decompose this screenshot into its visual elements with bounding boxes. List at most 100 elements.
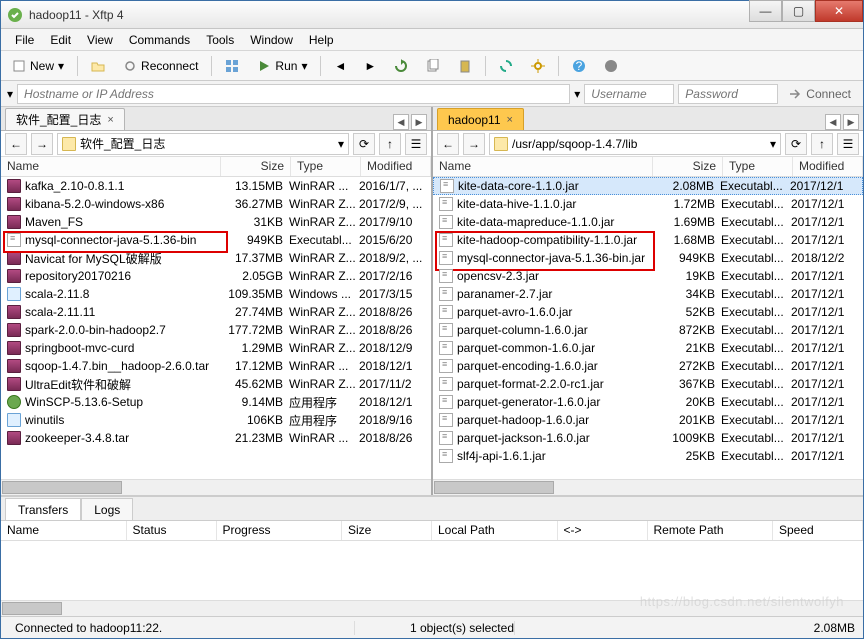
remote-path[interactable]: /usr/app/sqoop-1.4.7/lib▾ (489, 133, 781, 155)
file-row[interactable]: parquet-column-1.6.0.jar872KBExecutabl..… (433, 321, 863, 339)
help-button[interactable]: ? (565, 55, 593, 77)
file-icon (7, 269, 21, 283)
about-button[interactable] (597, 55, 625, 77)
file-row[interactable]: paranamer-2.7.jar34KBExecutabl...2017/12… (433, 285, 863, 303)
file-icon (7, 431, 21, 445)
run-button[interactable]: Run▾ (250, 55, 314, 77)
file-row[interactable]: kite-hadoop-compatibility-1.1.0.jar1.68M… (433, 231, 863, 249)
local-filelist[interactable]: kafka_2.10-0.8.1.113.15MBWinRAR ...2016/… (1, 177, 431, 479)
new-button[interactable]: New▾ (5, 55, 71, 77)
file-row[interactable]: parquet-hadoop-1.6.0.jar201KBExecutabl..… (433, 411, 863, 429)
refresh-icon[interactable]: ⟳ (353, 133, 375, 155)
file-icon (439, 341, 453, 355)
file-row[interactable]: Maven_FS31KBWinRAR Z...2017/9/10 (1, 213, 431, 231)
copy-button[interactable] (419, 55, 447, 77)
file-row[interactable]: parquet-format-2.2.0-rc1.jar367KBExecuta… (433, 375, 863, 393)
back-button[interactable]: ← (5, 133, 27, 155)
close-icon[interactable]: × (507, 114, 513, 126)
remote-tab[interactable]: hadoop11× (437, 108, 524, 130)
file-row[interactable]: kite-data-mapreduce-1.1.0.jar1.69MBExecu… (433, 213, 863, 231)
file-row[interactable]: mysql-connector-java-5.1.36-bin949KBExec… (1, 231, 431, 249)
connect-button[interactable]: Connect (782, 87, 857, 101)
password-input[interactable] (678, 84, 778, 104)
file-row[interactable]: zookeeper-3.4.8.tar21.23MBWinRAR ...2018… (1, 429, 431, 447)
local-panel: 软件_配置_日志× ◀▶ ← → 软件_配置_日志▾ ⟳ ↑ ☰ Name Si… (1, 107, 433, 495)
file-row[interactable]: slf4j-api-1.6.1.jar25KBExecutabl...2017/… (433, 447, 863, 465)
tab-logs[interactable]: Logs (81, 498, 133, 520)
fwd-button[interactable]: → (31, 133, 53, 155)
hscrollbar[interactable] (1, 479, 431, 495)
file-row[interactable]: parquet-encoding-1.6.0.jar272KBExecutabl… (433, 357, 863, 375)
file-row[interactable]: kafka_2.10-0.8.1.113.15MBWinRAR ...2016/… (1, 177, 431, 195)
menu-file[interactable]: File (7, 31, 42, 49)
fwd-button[interactable]: → (463, 133, 485, 155)
menu-view[interactable]: View (79, 31, 121, 49)
paste-button[interactable] (451, 55, 479, 77)
username-input[interactable] (584, 84, 674, 104)
views-button[interactable] (218, 55, 246, 77)
file-row[interactable]: scala-2.11.1127.74MBWinRAR Z...2018/8/26 (1, 303, 431, 321)
file-icon (439, 305, 453, 319)
close-icon[interactable]: × (107, 114, 113, 126)
titlebar: hadoop11 - Xftp 4 — ▢ ✕ (1, 1, 863, 29)
menu-commands[interactable]: Commands (121, 31, 198, 49)
remote-filelist[interactable]: kite-data-core-1.1.0.jar2.08MBExecutabl.… (433, 177, 863, 479)
file-row[interactable]: opencsv-2.3.jar19KBExecutabl...2017/12/1 (433, 267, 863, 285)
local-header[interactable]: Name Size Type Modified (1, 157, 431, 177)
reconnect-button[interactable]: Reconnect (116, 55, 205, 77)
nav-fwd-button[interactable]: ► (357, 55, 383, 77)
file-row[interactable]: spark-2.0.0-bin-hadoop2.7177.72MBWinRAR … (1, 321, 431, 339)
refresh-button[interactable] (387, 55, 415, 77)
maximize-button[interactable]: ▢ (782, 0, 815, 22)
file-row[interactable]: sqoop-1.4.7.bin__hadoop-2.6.0.tar17.12MB… (1, 357, 431, 375)
local-tab[interactable]: 软件_配置_日志× (5, 108, 125, 130)
sync-button[interactable] (492, 55, 520, 77)
hostname-input[interactable] (17, 84, 570, 104)
file-row[interactable]: parquet-jackson-1.6.0.jar1009KBExecutabl… (433, 429, 863, 447)
file-icon (439, 359, 453, 373)
close-button[interactable]: ✕ (815, 0, 863, 22)
file-row[interactable]: kibana-5.2.0-windows-x8636.27MBWinRAR Z.… (1, 195, 431, 213)
file-row[interactable]: UltraEdit软件和破解45.62MBWinRAR Z...2017/11/… (1, 375, 431, 393)
menu-tools[interactable]: Tools (198, 31, 242, 49)
tab-prev-button[interactable]: ◀ (393, 114, 409, 130)
nav-back-button[interactable]: ◄ (327, 55, 353, 77)
file-icon (439, 323, 453, 337)
transfers-header[interactable]: Name Status Progress Size Local Path <->… (1, 521, 863, 541)
settings-button[interactable] (524, 55, 552, 77)
tab-next-button[interactable]: ▶ (843, 114, 859, 130)
remote-header[interactable]: Name Size Type Modified (433, 157, 863, 177)
file-row[interactable]: parquet-generator-1.6.0.jar20KBExecutabl… (433, 393, 863, 411)
file-row[interactable]: winutils106KB应用程序2018/9/16 (1, 411, 431, 429)
file-row[interactable]: repository201702162.05GBWinRAR Z...2017/… (1, 267, 431, 285)
file-row[interactable]: kite-data-core-1.1.0.jar2.08MBExecutabl.… (433, 177, 863, 195)
up-icon[interactable]: ↑ (379, 133, 401, 155)
menu-help[interactable]: Help (301, 31, 342, 49)
views-icon[interactable]: ☰ (405, 133, 427, 155)
menubar: File Edit View Commands Tools Window Hel… (1, 29, 863, 51)
file-row[interactable]: kite-data-hive-1.1.0.jar1.72MBExecutabl.… (433, 195, 863, 213)
up-icon[interactable]: ↑ (811, 133, 833, 155)
back-button[interactable]: ← (437, 133, 459, 155)
file-row[interactable]: scala-2.11.8109.35MBWindows ...2017/3/15 (1, 285, 431, 303)
file-icon (7, 305, 21, 319)
menu-edit[interactable]: Edit (42, 31, 79, 49)
file-row[interactable]: WinSCP-5.13.6-Setup9.14MB应用程序2018/12/1 (1, 393, 431, 411)
file-row[interactable]: parquet-common-1.6.0.jar21KBExecutabl...… (433, 339, 863, 357)
minimize-button[interactable]: — (749, 0, 782, 22)
tab-prev-button[interactable]: ◀ (825, 114, 841, 130)
views-icon[interactable]: ☰ (837, 133, 859, 155)
tab-next-button[interactable]: ▶ (411, 114, 427, 130)
refresh-icon[interactable]: ⟳ (785, 133, 807, 155)
hscrollbar[interactable] (433, 479, 863, 495)
file-icon (7, 179, 21, 193)
open-button[interactable] (84, 55, 112, 77)
file-row[interactable]: parquet-avro-1.6.0.jar52KBExecutabl...20… (433, 303, 863, 321)
local-path[interactable]: 软件_配置_日志▾ (57, 133, 349, 155)
file-row[interactable]: mysql-connector-java-5.1.36-bin.jar949KB… (433, 249, 863, 267)
tab-transfers[interactable]: Transfers (5, 498, 81, 520)
menu-window[interactable]: Window (242, 31, 301, 49)
file-row[interactable]: Navicat for MySQL破解版17.37MBWinRAR Z...20… (1, 249, 431, 267)
file-row[interactable]: springboot-mvc-curd1.29MBWinRAR Z...2018… (1, 339, 431, 357)
hscrollbar[interactable] (1, 600, 863, 616)
